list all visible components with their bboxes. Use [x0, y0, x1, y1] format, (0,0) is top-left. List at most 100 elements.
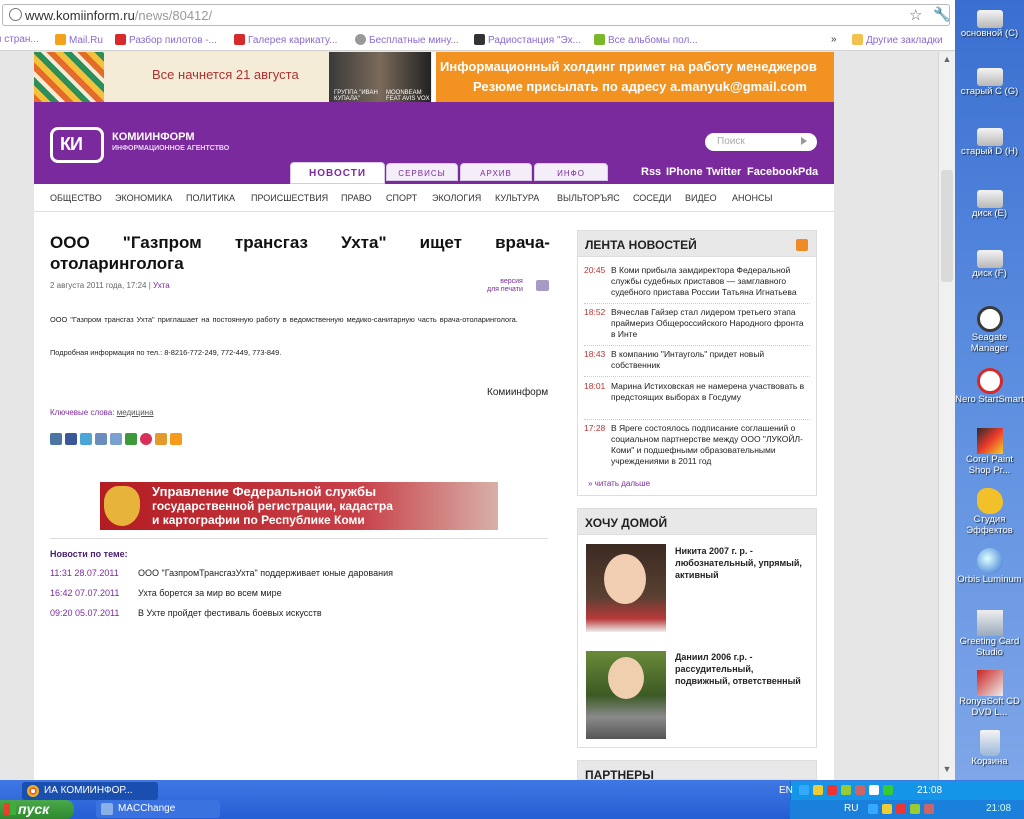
- desktop-icon-ronyasoft[interactable]: RonyaSoft CD DVD L...: [955, 670, 1024, 718]
- nav-item[interactable]: ЭКОЛОГИЯ: [432, 193, 481, 203]
- language-indicator[interactable]: EN: [779, 785, 793, 796]
- volume-icon[interactable]: [869, 785, 879, 795]
- url-text[interactable]: www.komiinform.ru/news/80412/: [25, 8, 212, 23]
- tray-icon[interactable]: [813, 785, 823, 795]
- address-bar[interactable]: www.komiinform.ru/news/80412/ ☆ 🔧: [2, 4, 950, 26]
- nav-item[interactable]: КУЛЬТУРА: [495, 193, 539, 203]
- start-button[interactable]: пуск: [0, 800, 74, 819]
- nav-item[interactable]: ПРОИСШЕСТВИЯ: [251, 193, 328, 203]
- desktop-icon-greeting[interactable]: Greeting Card Studio: [955, 610, 1024, 658]
- link-pda[interactable]: Pda: [798, 166, 818, 178]
- page-scrollbar[interactable]: ▲ ▼: [938, 52, 955, 780]
- bobrdobr-icon[interactable]: [140, 433, 152, 445]
- tray-icon[interactable]: [883, 785, 893, 795]
- tab-info[interactable]: ИНФО: [534, 163, 608, 181]
- tray-icon[interactable]: [924, 804, 934, 814]
- child-photo[interactable]: [586, 544, 666, 632]
- print-version-link[interactable]: версия для печати: [487, 278, 523, 294]
- other-bookmarks-button[interactable]: Другие закладки: [852, 34, 943, 46]
- bookmark-item[interactable]: я стран...: [0, 34, 39, 45]
- livejournal-icon[interactable]: [95, 433, 107, 445]
- tray-icon[interactable]: [799, 785, 809, 795]
- desktop-icon-drive-c[interactable]: основной (C): [955, 6, 1024, 39]
- tray-icon[interactable]: [868, 804, 878, 814]
- bookmark-item[interactable]: Все альбомы пол...: [594, 34, 698, 46]
- nav-item[interactable]: СОСЕДИ: [633, 193, 671, 203]
- scroll-thumb[interactable]: [941, 170, 953, 282]
- job-banner[interactable]: Информационный холдинг примет на работу …: [436, 52, 834, 102]
- search-input[interactable]: Поиск: [705, 133, 817, 151]
- taskbar-button-browser[interactable]: ИА КОМИИНФОР...: [22, 782, 158, 800]
- link-twitter[interactable]: Twitter: [706, 166, 741, 178]
- scroll-down-icon[interactable]: ▼: [940, 764, 954, 778]
- related-item[interactable]: 11:31 28.07.2011 ООО "ГазпромТрансгазУхта…: [50, 568, 393, 578]
- link-iphone[interactable]: IPhone: [666, 166, 703, 178]
- memori-icon[interactable]: [155, 433, 167, 445]
- facebook-icon[interactable]: [65, 433, 77, 445]
- bookmarks-overflow-button[interactable]: »: [831, 34, 837, 45]
- bookmark-star-icon[interactable]: ☆: [909, 6, 922, 24]
- article-place-link[interactable]: Ухта: [153, 281, 170, 290]
- twitter-icon[interactable]: [80, 433, 92, 445]
- nav-item[interactable]: СПОРТ: [386, 193, 417, 203]
- taskbar-button-macchange[interactable]: MACChange: [96, 800, 220, 818]
- search-go-icon[interactable]: [801, 137, 807, 145]
- mailru-share-icon[interactable]: [110, 433, 122, 445]
- feed-item[interactable]: 18:01 Марина Истиховская не намерена учас…: [584, 381, 810, 403]
- nav-item[interactable]: ПРАВО: [341, 193, 372, 203]
- odnoklassniki-icon[interactable]: [170, 433, 182, 445]
- keyword-link[interactable]: медицина: [117, 408, 154, 417]
- feed-item[interactable]: 20:45 В Коми прибыла замдиректора Федерал…: [584, 265, 810, 298]
- tray-icon[interactable]: [910, 804, 920, 814]
- clock[interactable]: 21:08: [986, 803, 1011, 814]
- bookmark-item[interactable]: Бесплатные мину...: [355, 34, 459, 46]
- desktop-icon-drive-e[interactable]: диск (E): [955, 190, 1024, 219]
- desktop-icon-drive-g[interactable]: старый C (G): [955, 68, 1024, 97]
- link-rss[interactable]: Rss: [641, 166, 661, 178]
- nav-item[interactable]: ВИДЕО: [685, 193, 717, 203]
- feed-item[interactable]: 18:52 Вячеслав Гайзер стал лидером третье…: [584, 307, 810, 340]
- nav-item[interactable]: ВЫЛЬТОРЪЯС: [557, 193, 620, 203]
- tray-icon[interactable]: [841, 785, 851, 795]
- rosreestr-banner[interactable]: Управление Федеральной службы государств…: [100, 482, 498, 530]
- tab-services[interactable]: СЕРВИСЫ: [386, 163, 458, 181]
- concert-banner[interactable]: Все начнется 21 августа ГРУППА "ИВАН КУП…: [34, 52, 432, 102]
- clock[interactable]: 21:08: [917, 785, 942, 796]
- read-more-link[interactable]: » читать дальше: [588, 479, 650, 488]
- site-logo[interactable]: КИ: [50, 127, 104, 163]
- tray-icon[interactable]: [896, 804, 906, 814]
- nav-item[interactable]: ОБЩЕСТВО: [50, 193, 102, 203]
- bookmark-item[interactable]: Радиостанция "Эх...: [474, 34, 581, 46]
- printer-icon[interactable]: [536, 280, 549, 291]
- language-indicator[interactable]: RU: [844, 803, 858, 814]
- tab-archive[interactable]: АРХИВ: [460, 163, 532, 181]
- page-info-icon[interactable]: [9, 8, 22, 21]
- google-icon[interactable]: [125, 433, 137, 445]
- scroll-up-icon[interactable]: ▲: [940, 54, 954, 68]
- link-facebook[interactable]: Facebook: [747, 166, 798, 178]
- feed-item[interactable]: 17:28 В Яреге состоялось подписание согла…: [584, 423, 810, 467]
- tray-icon[interactable]: [855, 785, 865, 795]
- desktop-icon-effects[interactable]: Студия Эффектов: [955, 488, 1024, 536]
- wrench-icon[interactable]: 🔧: [933, 6, 950, 23]
- related-item[interactable]: 16:42 07.07.2011 Ухта борется за мир во в…: [50, 588, 282, 598]
- rss-icon[interactable]: [796, 239, 808, 251]
- desktop-icon-drive-f[interactable]: диск (F): [955, 250, 1024, 279]
- nav-item[interactable]: ЭКОНОМИКА: [115, 193, 172, 203]
- tray-icon[interactable]: [827, 785, 837, 795]
- feed-item[interactable]: 18:43 В компанию "Интауголь" придет новый…: [584, 349, 810, 371]
- desktop-icon-recycle-bin[interactable]: Корзина: [955, 730, 1024, 767]
- bookmark-item[interactable]: Галерея карикату...: [234, 34, 337, 46]
- related-item[interactable]: 09:20 05.07.2011 В Ухте пройдет фестиваль…: [50, 608, 322, 618]
- tray-icon[interactable]: [882, 804, 892, 814]
- child-description[interactable]: Никита 2007 г. р. - любознательный, упря…: [675, 545, 810, 581]
- desktop-icon-nero[interactable]: Nero StartSmart: [955, 368, 1024, 405]
- vkontakte-icon[interactable]: [50, 433, 62, 445]
- desktop-icon-orbis[interactable]: Orbis Luminum: [955, 548, 1024, 585]
- tab-news[interactable]: НОВОСТИ: [290, 162, 385, 184]
- bookmark-item[interactable]: Разбор пилотов -...: [115, 34, 217, 46]
- child-photo[interactable]: [586, 651, 666, 739]
- bookmark-item[interactable]: Mail.Ru: [55, 34, 103, 46]
- desktop-icon-seagate[interactable]: Seagate Manager: [955, 306, 1024, 354]
- desktop-icon-drive-h[interactable]: старый D (H): [955, 128, 1024, 157]
